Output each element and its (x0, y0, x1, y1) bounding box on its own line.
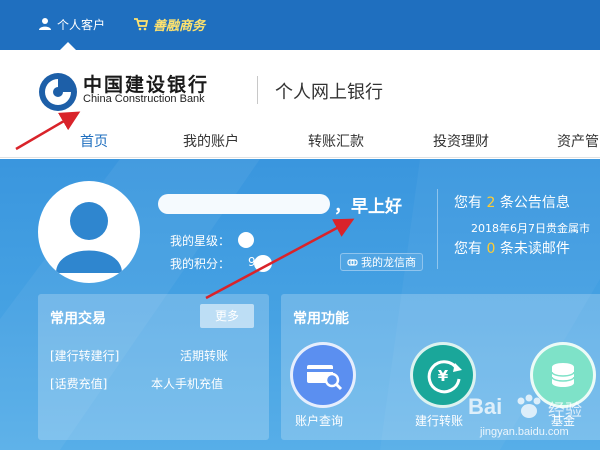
nav-my-account[interactable]: 我的账户 (183, 131, 239, 151)
nav-transfer[interactable]: 转账汇款 (308, 131, 364, 151)
page-title: 个人网上银行 (275, 82, 383, 103)
mail-notice[interactable]: 您有 0 条未读邮件 (454, 238, 570, 258)
announcement-suffix: 条公告信息 (495, 195, 570, 211)
dragon-credit-button[interactable]: 我的龙信商 (340, 253, 423, 271)
star-level-label: 我的星级： (170, 234, 231, 248)
nav-home[interactable]: 首页 (80, 131, 108, 151)
common-transactions-panel: 常用交易 更多 [建行转建行] 活期转账 [话费充值] 本人手机充值 (38, 294, 269, 440)
dragon-credit-label: 我的龙信商 (361, 256, 416, 269)
yuan-transfer-icon: ¥ (427, 360, 462, 394)
shanrong-business-link[interactable]: 善融商务 (134, 14, 205, 34)
personal-customer-link[interactable]: 个人客户 (38, 14, 105, 34)
username-redacted (158, 194, 330, 214)
ccb-logo-icon[interactable] (38, 72, 78, 112)
transaction-link-own-phone-topup[interactable]: 本人手机充值 (151, 375, 223, 392)
star-level-redacted (238, 232, 254, 248)
transaction-link-ccb-transfer[interactable]: [建行转建行] (50, 347, 119, 364)
baidu-watermark: Bai 经验 jingyan.baidu.com (468, 376, 600, 450)
nav-investment[interactable]: 投资理财 (433, 131, 489, 151)
points-redacted (254, 255, 272, 272)
ccb-transfer-label: 建行转账 (415, 414, 464, 428)
avatar[interactable] (38, 181, 140, 283)
news-ticker[interactable]: 2018年6月7日贵金属市 (471, 220, 590, 236)
top-bar: 个人客户 善融商务 (0, 0, 600, 50)
user-avatar-icon (56, 202, 122, 273)
announcement-notice[interactable]: 您有 2 条公告信息 (454, 192, 570, 212)
svg-text:¥: ¥ (438, 367, 449, 385)
paw-icon (517, 394, 541, 418)
person-icon (39, 18, 51, 30)
points-label: 我的积分： (170, 257, 231, 271)
active-tab-notch (60, 42, 76, 50)
mail-prefix: 您有 (454, 241, 487, 257)
logo-english-name: China Construction Bank (83, 93, 205, 105)
transaction-link-phone-topup[interactable]: [话费充值] (50, 375, 107, 392)
announcement-prefix: 您有 (454, 195, 487, 211)
card-search-icon (307, 365, 343, 391)
mail-suffix: 条未读邮件 (495, 241, 570, 257)
greeting-text: ，早上好 (334, 197, 402, 217)
nav-assets[interactable]: 资产管 (557, 131, 599, 151)
common-transactions-title: 常用交易 (50, 311, 106, 327)
transaction-link-demand-transfer[interactable]: 活期转账 (180, 347, 228, 364)
shopping-cart-icon (134, 18, 148, 31)
account-query-label: 账户查询 (295, 414, 344, 428)
watermark-url: jingyan.baidu.com (480, 426, 569, 438)
more-button[interactable]: 更多 (200, 304, 254, 328)
shanrong-business-label: 善融商务 (153, 18, 206, 34)
account-query-button[interactable] (290, 342, 356, 408)
main-nav: 首页 我的账户 转账汇款 投资理财 资产管 (0, 124, 600, 158)
common-functions-title: 常用功能 (293, 311, 349, 327)
header-divider (257, 76, 258, 104)
header: 中国建设银行 China Construction Bank 个人网上银行 (0, 50, 600, 124)
watermark-suffix: 经验 (548, 401, 582, 421)
ccb-transfer-button[interactable]: ¥ (410, 342, 476, 408)
profile-divider (437, 189, 438, 269)
watermark-logo: Bai (468, 394, 503, 419)
personal-customer-label: 个人客户 (57, 17, 106, 32)
link-icon (347, 258, 358, 266)
